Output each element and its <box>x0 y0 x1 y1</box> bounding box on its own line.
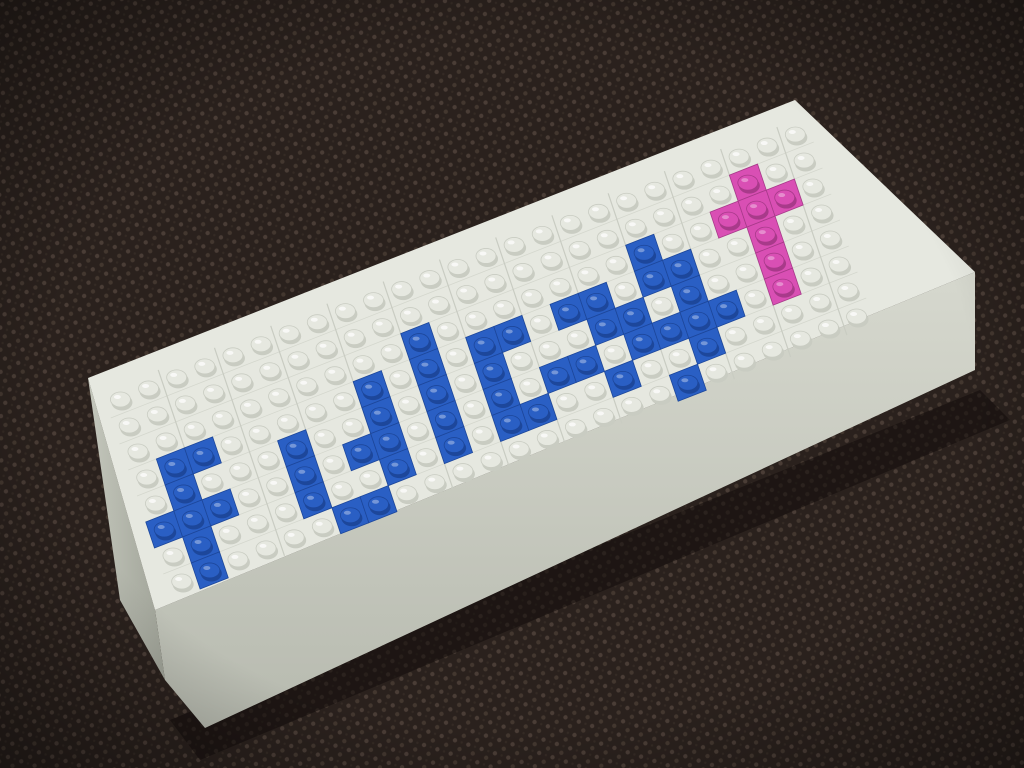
photo <box>0 0 1024 768</box>
photo-vignette <box>0 0 1024 768</box>
